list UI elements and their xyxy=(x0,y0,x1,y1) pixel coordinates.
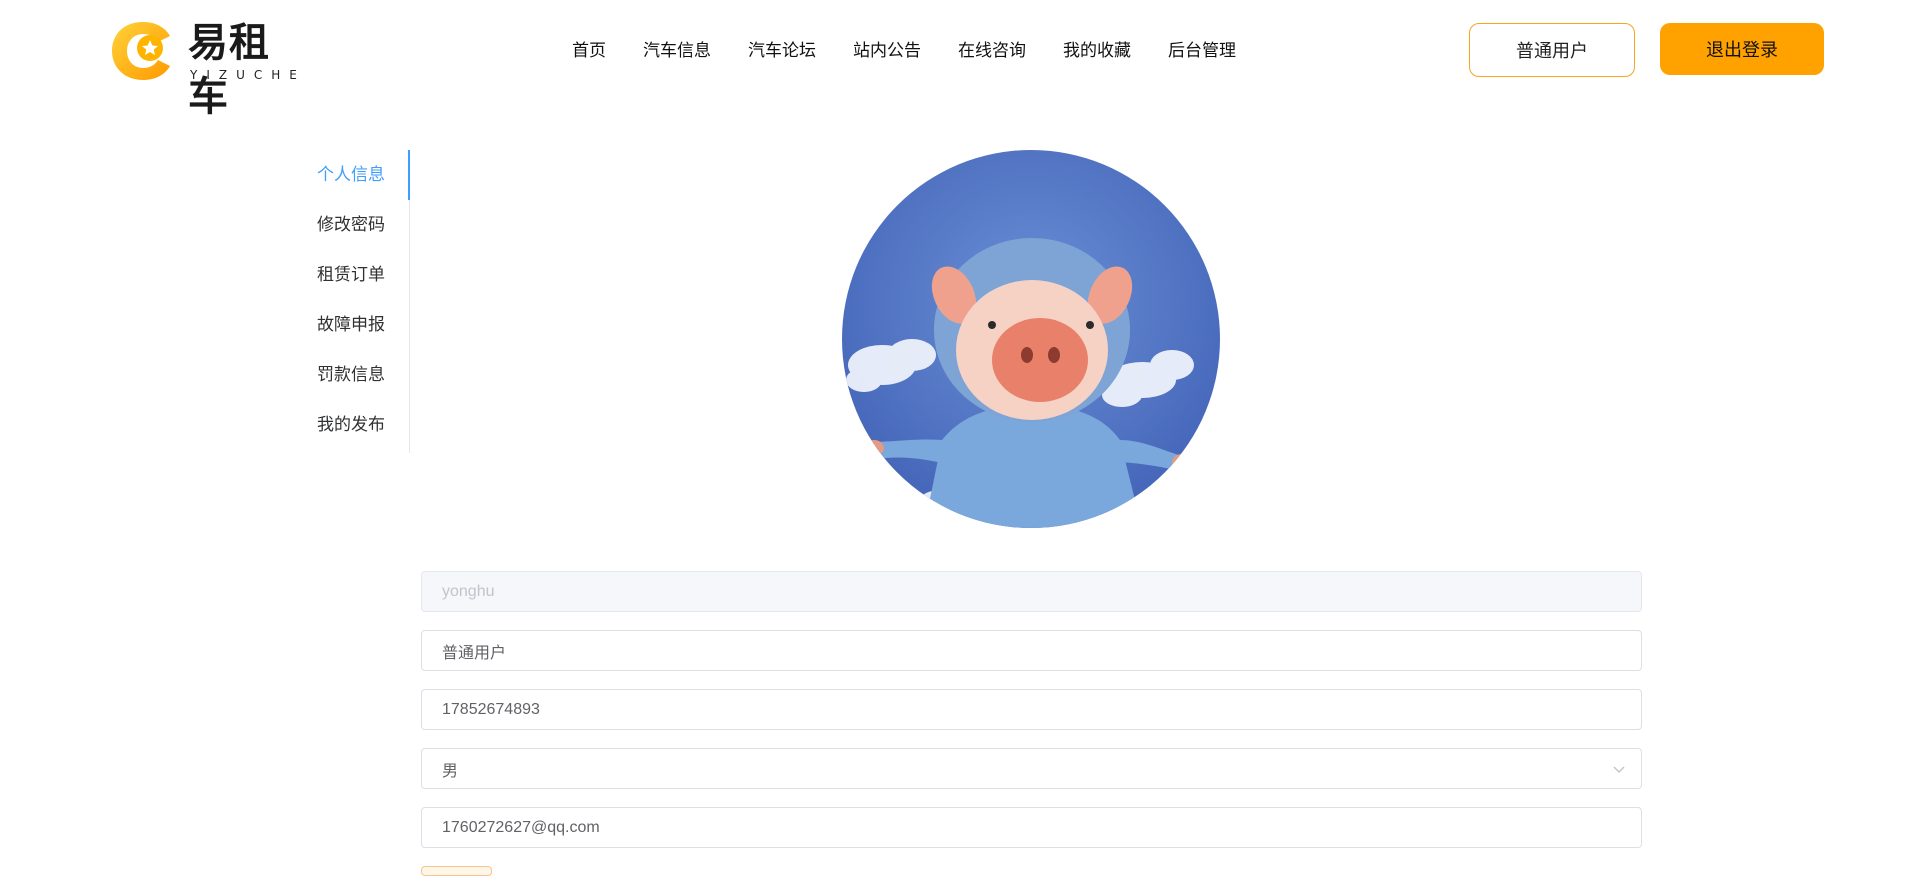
nav-car-info[interactable]: 汽车信息 xyxy=(643,38,711,64)
profile-form xyxy=(421,571,1642,866)
phone-input[interactable] xyxy=(422,690,1641,729)
role-input[interactable] xyxy=(422,631,1641,670)
sidebar-item-fines[interactable]: 罚款信息 xyxy=(300,350,409,400)
nav-announcements[interactable]: 站内公告 xyxy=(853,38,921,64)
top-header: 易租车 YIZUCHE 首页 汽车信息 汽车论坛 站内公告 在线咨询 我的收藏 … xyxy=(0,0,1920,120)
username-input xyxy=(422,572,1641,611)
user-role-button[interactable]: 普通用户 xyxy=(1469,23,1635,77)
sidebar-item-profile[interactable]: 个人信息 xyxy=(300,150,410,200)
chevron-down-icon xyxy=(1613,766,1625,773)
avatar-image xyxy=(842,150,1220,528)
phone-field[interactable] xyxy=(421,689,1642,730)
logout-button[interactable]: 退出登录 xyxy=(1660,23,1824,75)
gender-select[interactable] xyxy=(421,748,1642,789)
nav-admin[interactable]: 后台管理 xyxy=(1168,38,1236,64)
sidebar-item-fault-report[interactable]: 故障申报 xyxy=(300,300,409,350)
avatar[interactable] xyxy=(842,150,1220,528)
nav-favorites[interactable]: 我的收藏 xyxy=(1063,38,1131,64)
sidebar-item-my-posts[interactable]: 我的发布 xyxy=(300,400,409,450)
logo-subtitle: YIZUCHE xyxy=(190,68,306,82)
submit-button[interactable] xyxy=(421,866,492,876)
email-field[interactable] xyxy=(421,807,1642,848)
gender-input[interactable] xyxy=(422,749,1641,788)
username-field xyxy=(421,571,1642,612)
email-input[interactable] xyxy=(422,808,1641,847)
role-field[interactable] xyxy=(421,630,1642,671)
sidebar-item-rental-orders[interactable]: 租赁订单 xyxy=(300,250,409,300)
logo-icon xyxy=(112,22,170,80)
logo[interactable]: 易租车 YIZUCHE xyxy=(110,16,310,120)
sidebar-menu: 个人信息 修改密码 租赁订单 故障申报 罚款信息 我的发布 xyxy=(300,150,410,453)
main-nav: 首页 汽车信息 汽车论坛 站内公告 在线咨询 我的收藏 后台管理 xyxy=(572,38,1273,64)
nav-home[interactable]: 首页 xyxy=(572,38,606,64)
sidebar-item-change-password[interactable]: 修改密码 xyxy=(300,200,409,250)
nav-forum[interactable]: 汽车论坛 xyxy=(748,38,816,64)
nav-consult[interactable]: 在线咨询 xyxy=(958,38,1026,64)
